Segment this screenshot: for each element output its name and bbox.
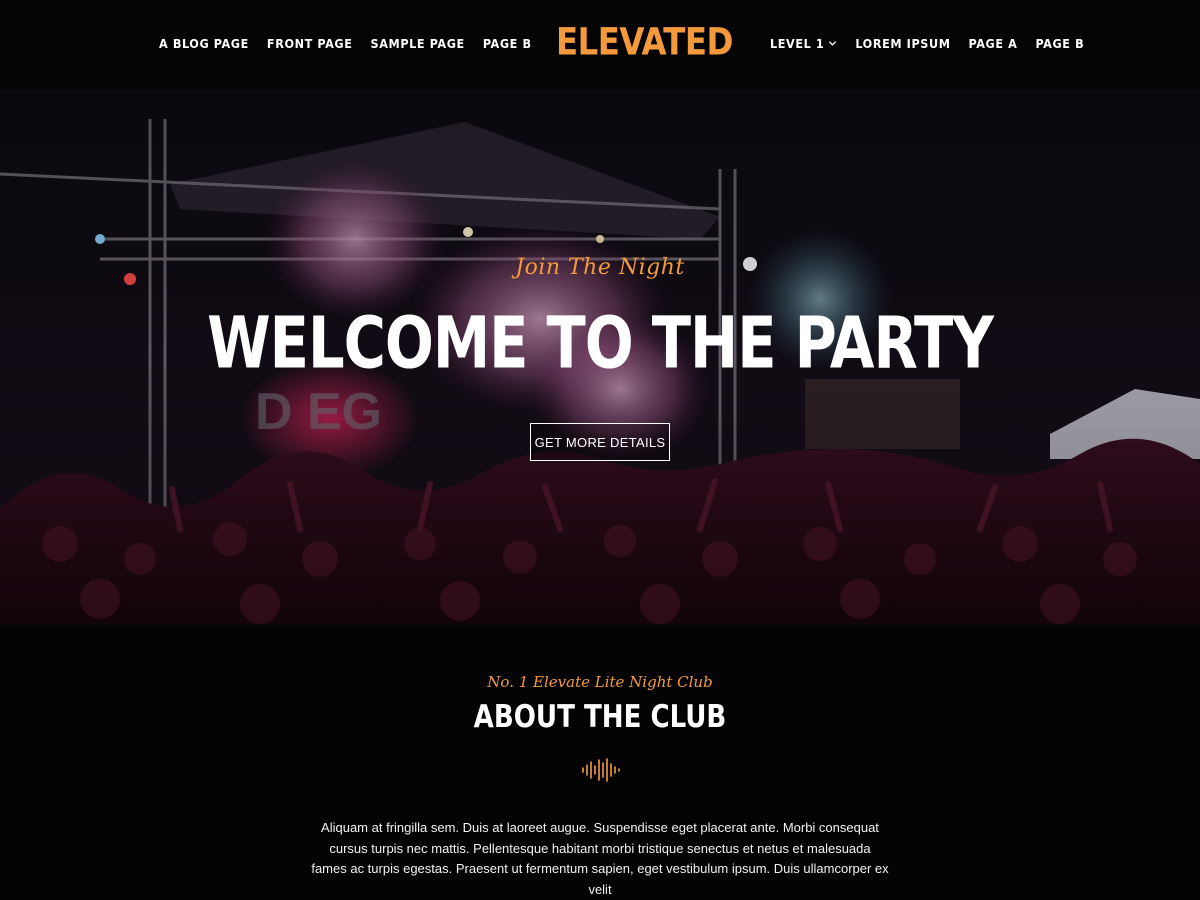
sound-wave-icon [582,758,620,782]
nav-item-front-page[interactable]: FRONT PAGE [267,36,353,51]
hero-section: D EG Join The Night WELCOME TO THE PARTY… [0,89,1200,625]
nav-item-sample-page[interactable]: SAMPLE PAGE [371,36,465,51]
chevron-down-icon [829,41,837,46]
nav-item-page-b-right[interactable]: PAGE B [1035,36,1084,51]
get-more-details-button[interactable]: GET MORE DETAILS [530,423,670,461]
about-section: No. 1 Elevate Lite Night Club ABOUT THE … [0,625,1200,900]
nav-item-level-1-label: LEVEL 1 [770,36,825,51]
nav-item-level-1[interactable]: LEVEL 1 [770,36,837,51]
nav-item-lorem-ipsum[interactable]: LOREM IPSUM [855,36,950,51]
primary-nav-right: LEVEL 1 LOREM IPSUM PAGE A PAGE B [770,36,1084,51]
site-header: A BLOG PAGE FRONT PAGE SAMPLE PAGE PAGE … [0,0,1200,89]
primary-nav-left: A BLOG PAGE FRONT PAGE SAMPLE PAGE PAGE … [159,36,532,51]
nav-item-a-blog-page[interactable]: A BLOG PAGE [159,36,249,51]
nav-item-page-b[interactable]: PAGE B [483,36,532,51]
nav-item-page-a[interactable]: PAGE A [969,36,1018,51]
about-description: Aliquam at fringilla sem. Duis at laoree… [311,820,889,897]
about-tagline: No. 1 Elevate Lite Night Club [487,673,713,691]
hero-tagline: Join The Night [515,255,685,280]
hero-title: WELCOME TO THE PARTY [207,302,994,386]
site-logo[interactable]: ELEVATED [556,21,733,65]
about-title: ABOUT THE CLUB [473,697,727,735]
